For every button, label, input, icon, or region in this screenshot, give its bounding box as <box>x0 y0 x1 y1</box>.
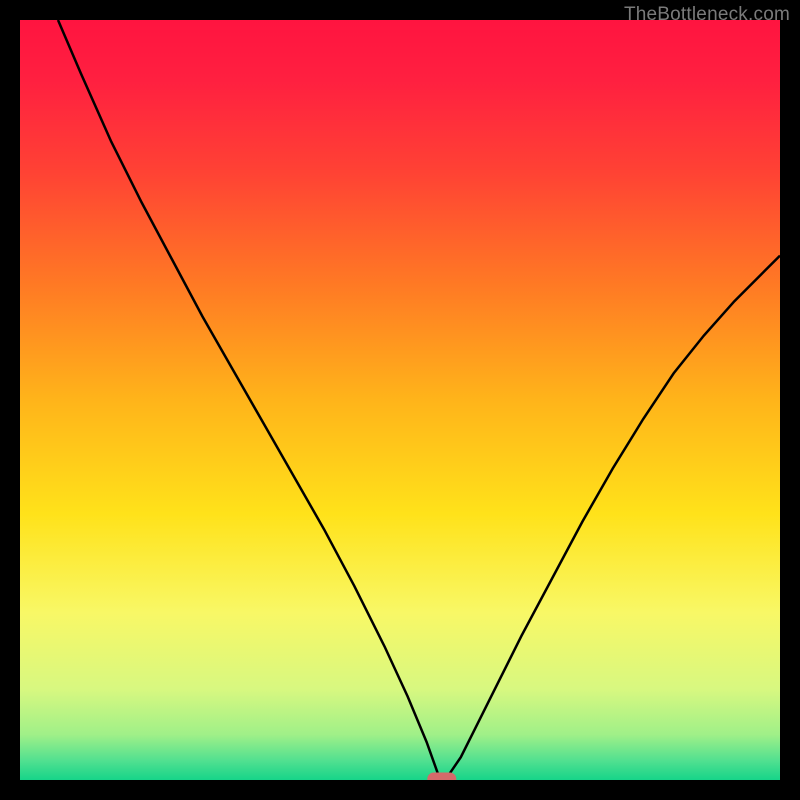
chart-frame: TheBottleneck.com <box>0 0 800 800</box>
plot-background <box>20 20 780 780</box>
optimal-marker <box>428 773 456 780</box>
bottleneck-chart <box>20 20 780 780</box>
